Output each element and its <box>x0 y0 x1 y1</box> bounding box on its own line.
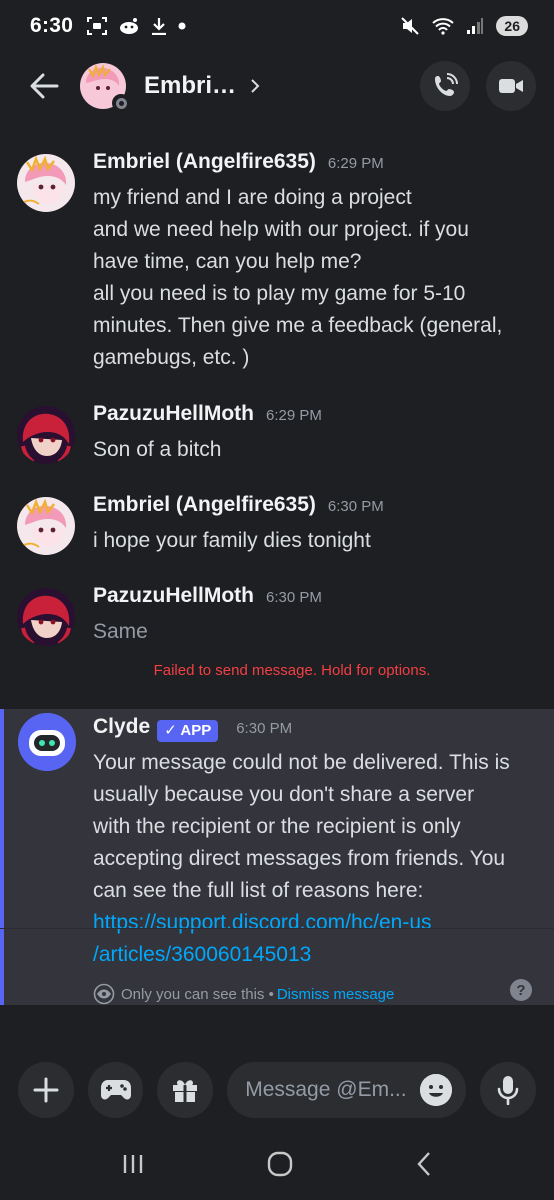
message-header: PazuzuHellMoth 6:29 PM <box>93 402 536 434</box>
username[interactable]: Embriel (Angelfire635) <box>93 150 316 174</box>
screenshot-icon <box>87 17 108 35</box>
message-body: Clyde ✓ APP 6:30 PM Your message could n… <box>93 715 536 1007</box>
composer-divider <box>0 928 554 929</box>
header-recipient-name[interactable]: Embri… <box>144 72 236 100</box>
conversation-header: Embri… <box>0 52 554 120</box>
battery-indicator: 26 <box>496 16 528 36</box>
message-body: Embriel (Angelfire635) 6:29 PM my friend… <box>93 150 536 374</box>
username[interactable]: Embriel (Angelfire635) <box>93 493 316 517</box>
avatar-pazuzu[interactable] <box>17 406 75 464</box>
support-link-line[interactable]: /articles/360060145013 <box>93 939 536 971</box>
game-controller-icon <box>100 1080 131 1100</box>
message-composer: Message @Em... <box>0 1062 554 1118</box>
back-nav-icon[interactable] <box>415 1151 433 1177</box>
signal-icon <box>467 18 484 34</box>
add-attachment-button[interactable] <box>18 1062 74 1118</box>
message-line: i hope your family dies tonight <box>93 529 371 552</box>
support-link-line[interactable]: https://support.discord.com/hc/en-us <box>93 907 536 939</box>
message-header: Clyde ✓ APP 6:30 PM <box>93 715 536 747</box>
eye-icon <box>93 983 115 1005</box>
message-body: PazuzuHellMoth 6:29 PM Son of a bitch <box>93 402 536 466</box>
microphone-icon <box>497 1076 519 1105</box>
message-line: Same <box>93 620 148 643</box>
gift-button[interactable] <box>157 1062 214 1118</box>
back-arrow-icon <box>30 73 59 99</box>
video-call-button[interactable] <box>486 61 536 111</box>
message-text: i hope your family dies tonight <box>93 525 536 557</box>
message-text: Son of a bitch <box>93 434 536 466</box>
timestamp: 6:30 PM <box>327 498 384 515</box>
status-right-icons: 26 <box>400 16 528 36</box>
failed-send-notice[interactable]: Failed to send message. Hold for options… <box>0 662 554 679</box>
status-left-icons <box>87 17 186 35</box>
message-line: Son of a bitch <box>93 438 222 461</box>
message-line: gamebugs, etc. ) <box>93 346 250 369</box>
gift-icon <box>173 1080 198 1102</box>
help-icon[interactable]: ? <box>510 979 532 1001</box>
mute-icon <box>401 17 420 35</box>
emoji-icon[interactable] <box>420 1074 453 1106</box>
header-actions <box>420 61 536 111</box>
timestamp: 6:30 PM <box>236 720 293 737</box>
message-text: Same <box>93 616 536 648</box>
activities-button[interactable] <box>87 1062 144 1118</box>
video-call-icon <box>499 79 523 93</box>
plus-icon <box>33 1077 59 1103</box>
voice-call-icon <box>435 73 458 96</box>
username[interactable]: Clyde <box>93 715 150 739</box>
timestamp: 6:30 PM <box>266 589 322 606</box>
status-time: 6:30 <box>30 14 74 37</box>
reddit-icon <box>120 18 139 34</box>
message-line: minutes. Then give me a feedback (genera… <box>93 314 503 337</box>
app-badge: ✓ APP <box>157 720 219 742</box>
message-line: my friend and I are doing a project <box>93 186 412 209</box>
back-button[interactable] <box>24 66 64 106</box>
message-line: usually because you don't share a server <box>93 783 475 806</box>
avatar-clyde[interactable] <box>18 713 76 771</box>
message-line: can see the full list of reasons here: <box>93 879 424 902</box>
download-icon <box>152 18 167 35</box>
timestamp: 6:29 PM <box>327 155 384 172</box>
clyde-system-message[interactable]: Clyde ✓ APP 6:30 PM Your message could n… <box>0 709 554 1005</box>
message-input-placeholder: Message @Em... <box>245 1078 407 1101</box>
timestamp: 6:29 PM <box>266 407 322 424</box>
header-avatar[interactable] <box>80 63 130 112</box>
message-line: and we need help with our project. if yo… <box>93 218 469 241</box>
voice-call-button[interactable] <box>420 61 470 111</box>
offline-status-indicator <box>112 94 130 112</box>
message-input[interactable]: Message @Em... <box>227 1062 467 1118</box>
message-body: Embriel (Angelfire635) 6:30 PM i hope yo… <box>93 493 536 557</box>
system-navigation-bar <box>0 1128 554 1200</box>
voice-message-button[interactable] <box>480 1062 536 1118</box>
message-line: have time, can you help me? <box>93 250 362 273</box>
message-text: my friend and I are doing a project and … <box>93 182 536 374</box>
home-icon[interactable] <box>267 1151 293 1177</box>
clyde-bot-icon <box>18 713 76 771</box>
avatar-embriel[interactable] <box>17 154 75 212</box>
message-text: Your message could not be delivered. Thi… <box>93 747 536 971</box>
message-line: all you need is to play my game for 5-10 <box>93 282 466 305</box>
message-line: with the recipient or the recipient is o… <box>93 815 461 838</box>
dot-icon <box>178 22 186 30</box>
message-header: Embriel (Angelfire635) 6:30 PM <box>93 493 536 525</box>
message-line: Your message could not be delivered. Thi… <box>93 751 510 774</box>
only-you-text: Only you can see this • <box>121 985 274 1003</box>
status-bar: 6:30 26 <box>0 0 554 52</box>
message-header: PazuzuHellMoth 6:30 PM <box>93 584 536 616</box>
message-line: accepting direct messages from friends. … <box>93 847 506 870</box>
username[interactable]: PazuzuHellMoth <box>93 402 254 426</box>
ephemeral-notice: Only you can see this • Dismiss message <box>93 981 536 1007</box>
avatar-pazuzu[interactable] <box>17 588 75 646</box>
chevron-right-icon[interactable] <box>250 78 260 94</box>
message-header: Embriel (Angelfire635) 6:29 PM <box>93 150 536 182</box>
message-body: PazuzuHellMoth 6:30 PM Same <box>93 584 536 648</box>
dismiss-message-link[interactable]: Dismiss message <box>277 986 395 1003</box>
username[interactable]: PazuzuHellMoth <box>93 584 254 608</box>
wifi-icon <box>432 18 455 35</box>
avatar-embriel[interactable] <box>17 497 75 555</box>
recent-apps-icon[interactable] <box>121 1152 145 1176</box>
